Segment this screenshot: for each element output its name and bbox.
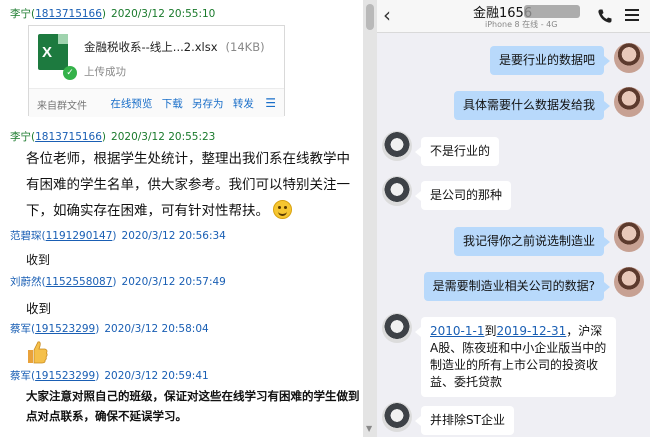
message-header: 刘蔚然(1152558087) 2020/3/12 20:57:49 xyxy=(10,276,226,288)
file-name: 金融税收系--线上...2.xlsx (14KB) xyxy=(84,40,265,54)
message-text: 收到 xyxy=(26,253,51,267)
received-message-bubble: 是公司的那种 xyxy=(414,181,512,210)
message-time: 2020/3/12 20:56:34 xyxy=(121,230,226,242)
file-actions: 在线预览 下载 另存为 转发 ☰ xyxy=(104,96,276,111)
announcement-text: 各位老师，根据学生处统计，整理出我们系在线教学中有困难的学生名单，供大家参考。我… xyxy=(26,151,350,219)
received-message-bubble: 并排除ST企业 xyxy=(415,406,514,435)
sender-id-link[interactable]: 1191290147 xyxy=(46,230,113,242)
date-link[interactable]: 2019-12-31 xyxy=(496,324,566,338)
phone-call-icon[interactable] xyxy=(597,8,613,24)
contact-avatar[interactable] xyxy=(382,313,412,343)
received-message-bubble: 2010-1-1到2019-12-31，沪深A股、陈夜班和中小企业版当中的制造业… xyxy=(415,317,616,397)
message-time: 2020/3/12 20:55:23 xyxy=(111,131,216,143)
hamburger-menu-icon[interactable] xyxy=(625,9,639,22)
scrollbar[interactable]: ▼ xyxy=(363,0,377,437)
message-text: 大家注意对照自己的班级，保证对这些在线学习有困难的学生做到点对点联系，确保不延误… xyxy=(26,389,360,423)
download-link[interactable]: 下载 xyxy=(162,98,183,110)
sender-name[interactable]: 刘蔚然 xyxy=(10,276,42,288)
file-size: (14KB) xyxy=(225,40,265,54)
preview-online-link[interactable]: 在线预览 xyxy=(110,98,152,110)
thumbs-up-icon xyxy=(28,341,48,364)
chat-header: ‹ 金融1656 iPhone 8 在线 - 4G xyxy=(377,0,650,33)
sent-message-bubble: 是要行业的数据吧 xyxy=(489,46,611,75)
file-info: X ✓ 金融税收系--线上...2.xlsx (14KB) 上传成功 xyxy=(29,26,284,88)
excel-file-icon: X xyxy=(38,34,68,70)
contact-status: iPhone 8 在线 - 4G xyxy=(485,20,558,29)
sent-message-bubble: 我记得你之前说选制造业 xyxy=(453,227,611,256)
file-card[interactable]: X ✓ 金融税收系--线上...2.xlsx (14KB) 上传成功 来自群文件 … xyxy=(28,25,285,117)
sent-message-bubble: 是需要制造业相关公司的数据? xyxy=(423,272,611,301)
sender-name[interactable]: 蔡军 xyxy=(10,370,31,382)
sender-name[interactable]: 李宁 xyxy=(10,8,31,20)
date-link[interactable]: 2010-1-1 xyxy=(430,324,484,338)
message-header: 李宁(1813715166) 2020/3/12 20:55:23 xyxy=(10,131,216,143)
sender-id-link[interactable]: 1152558087 xyxy=(46,276,113,288)
my-avatar[interactable] xyxy=(614,222,644,252)
sender-id-link[interactable]: 191523299 xyxy=(35,323,95,335)
message-header: 蔡军(191523299) 2020/3/12 20:59:41 xyxy=(10,370,209,382)
scroll-down-icon[interactable]: ▼ xyxy=(366,424,372,433)
group-chat-pane: 李宁(1813715166) 2020/3/12 20:55:10 X ✓ 金融税… xyxy=(0,0,363,437)
message-time: 2020/3/12 20:57:49 xyxy=(121,276,226,288)
sender-id-link[interactable]: 1813715166 xyxy=(35,131,102,143)
smile-emoji-icon xyxy=(273,200,292,219)
forward-link[interactable]: 转发 xyxy=(233,98,254,110)
my-avatar[interactable] xyxy=(614,87,644,117)
message-text: 收到 xyxy=(26,301,52,316)
received-message-bubble: 不是行业的 xyxy=(414,137,500,166)
file-card-footer: 来自群文件 在线预览 下载 另存为 转发 ☰ xyxy=(29,88,284,117)
sender-id-link[interactable]: 1813715166 xyxy=(35,8,102,20)
back-chevron-icon[interactable]: ‹ xyxy=(383,3,391,27)
check-icon: ✓ xyxy=(63,66,77,80)
phone-chat-pane: ‹ 金融1656 iPhone 8 在线 - 4G 是要行业的数据吧 具体需要什… xyxy=(377,0,650,437)
message-time: 2020/3/12 20:58:04 xyxy=(104,323,209,335)
message-time: 2020/3/12 20:59:41 xyxy=(104,370,209,382)
my-avatar[interactable] xyxy=(614,43,644,73)
message-header: 范碧琛(1191290147) 2020/3/12 20:56:34 xyxy=(10,230,226,242)
menu-icon[interactable]: ☰ xyxy=(265,96,276,110)
contact-avatar[interactable] xyxy=(382,176,412,206)
message-header: 蔡军(191523299) 2020/3/12 20:58:04 xyxy=(10,323,209,335)
scrollbar-thumb[interactable] xyxy=(366,4,374,30)
sender-name[interactable]: 蔡军 xyxy=(10,323,31,335)
save-as-link[interactable]: 另存为 xyxy=(192,98,224,110)
redacted-name xyxy=(524,5,580,18)
sender-id-link[interactable]: 191523299 xyxy=(35,370,95,382)
contact-avatar[interactable] xyxy=(382,131,412,161)
contact-avatar[interactable] xyxy=(382,402,412,432)
file-source: 来自群文件 xyxy=(37,101,87,112)
upload-status: 上传成功 xyxy=(84,66,126,78)
sender-name[interactable]: 李宁 xyxy=(10,131,31,143)
message-time: 2020/3/12 20:55:10 xyxy=(111,8,216,20)
my-avatar[interactable] xyxy=(614,267,644,297)
message-header: 李宁(1813715166) 2020/3/12 20:55:10 xyxy=(10,8,216,20)
sent-message-bubble: 具体需要什么数据发给我 xyxy=(453,91,611,120)
sender-name[interactable]: 范碧琛 xyxy=(10,230,42,242)
